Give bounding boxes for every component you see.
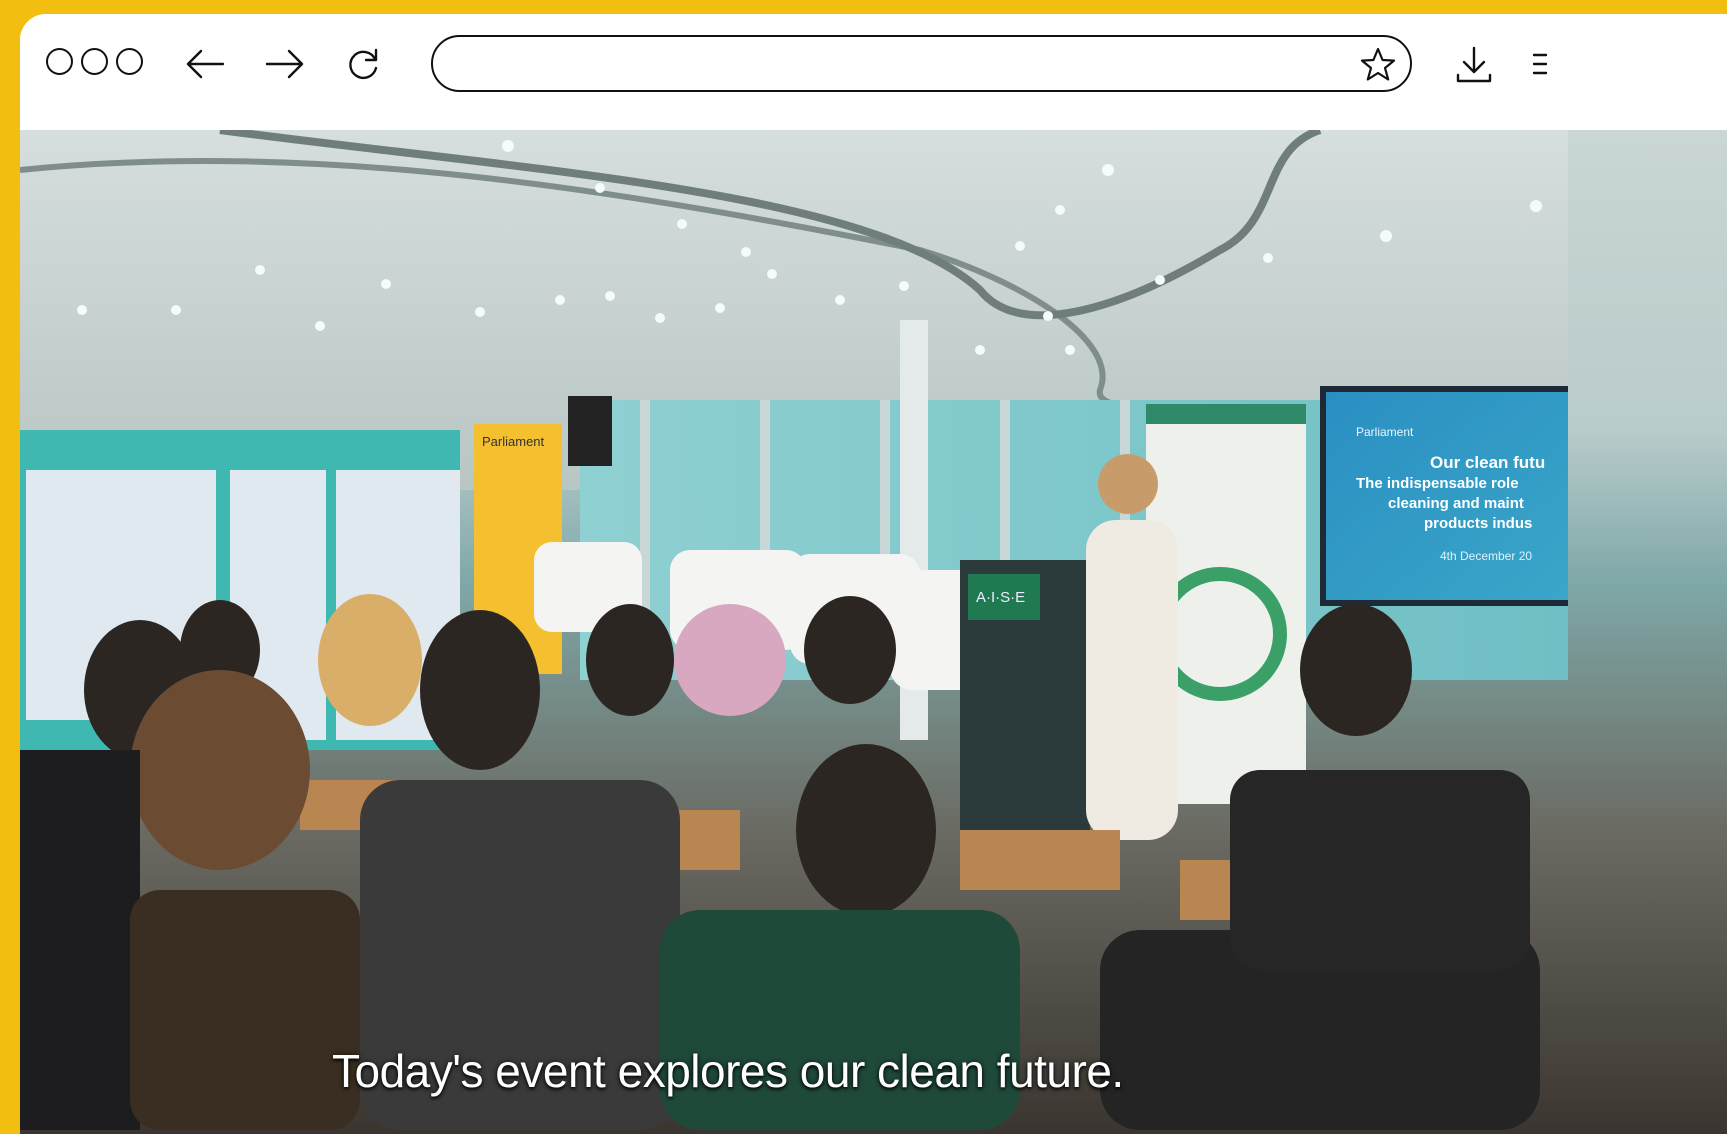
event-scene: Parliament Parliament Our clean futu The… [20, 130, 1568, 1130]
address-bar[interactable] [431, 35, 1412, 92]
menu-icon [1532, 53, 1548, 75]
download-button[interactable] [1452, 42, 1496, 86]
screen-subline-1: The indispensable role [1356, 475, 1519, 492]
banner-brand: Parliament [482, 434, 545, 449]
screen-brand: Parliament [1356, 425, 1414, 439]
window-control-maximize[interactable] [116, 48, 143, 75]
reload-icon [349, 48, 378, 80]
arrow-right-icon [265, 49, 304, 79]
screen-subline-2: cleaning and maint [1388, 495, 1524, 512]
browser-window: Parliament Parliament Our clean futu The… [20, 14, 1727, 1134]
bookmark-button[interactable] [1358, 45, 1398, 85]
window-control-minimize[interactable] [81, 48, 108, 75]
back-button[interactable] [183, 42, 227, 86]
star-icon [1360, 47, 1396, 81]
menu-button[interactable] [1522, 42, 1566, 86]
browser-toolbar [20, 14, 1727, 130]
lectern-logo: A·I·S·E [976, 589, 1025, 606]
screen-subline-3: products indus [1424, 515, 1532, 532]
screen-headline: Our clean futu [1430, 453, 1545, 472]
forward-button[interactable] [263, 42, 307, 86]
video-caption: Today's event explores our clean future. [332, 1045, 1124, 1097]
video-frame[interactable]: Parliament Parliament Our clean futu The… [20, 130, 1727, 1134]
reload-button[interactable] [341, 42, 385, 86]
window-control-close[interactable] [46, 48, 73, 75]
screen-date: 4th December 20 [1440, 549, 1532, 563]
address-input[interactable] [461, 45, 1345, 85]
download-icon [1456, 46, 1492, 83]
arrow-left-icon [186, 49, 225, 79]
